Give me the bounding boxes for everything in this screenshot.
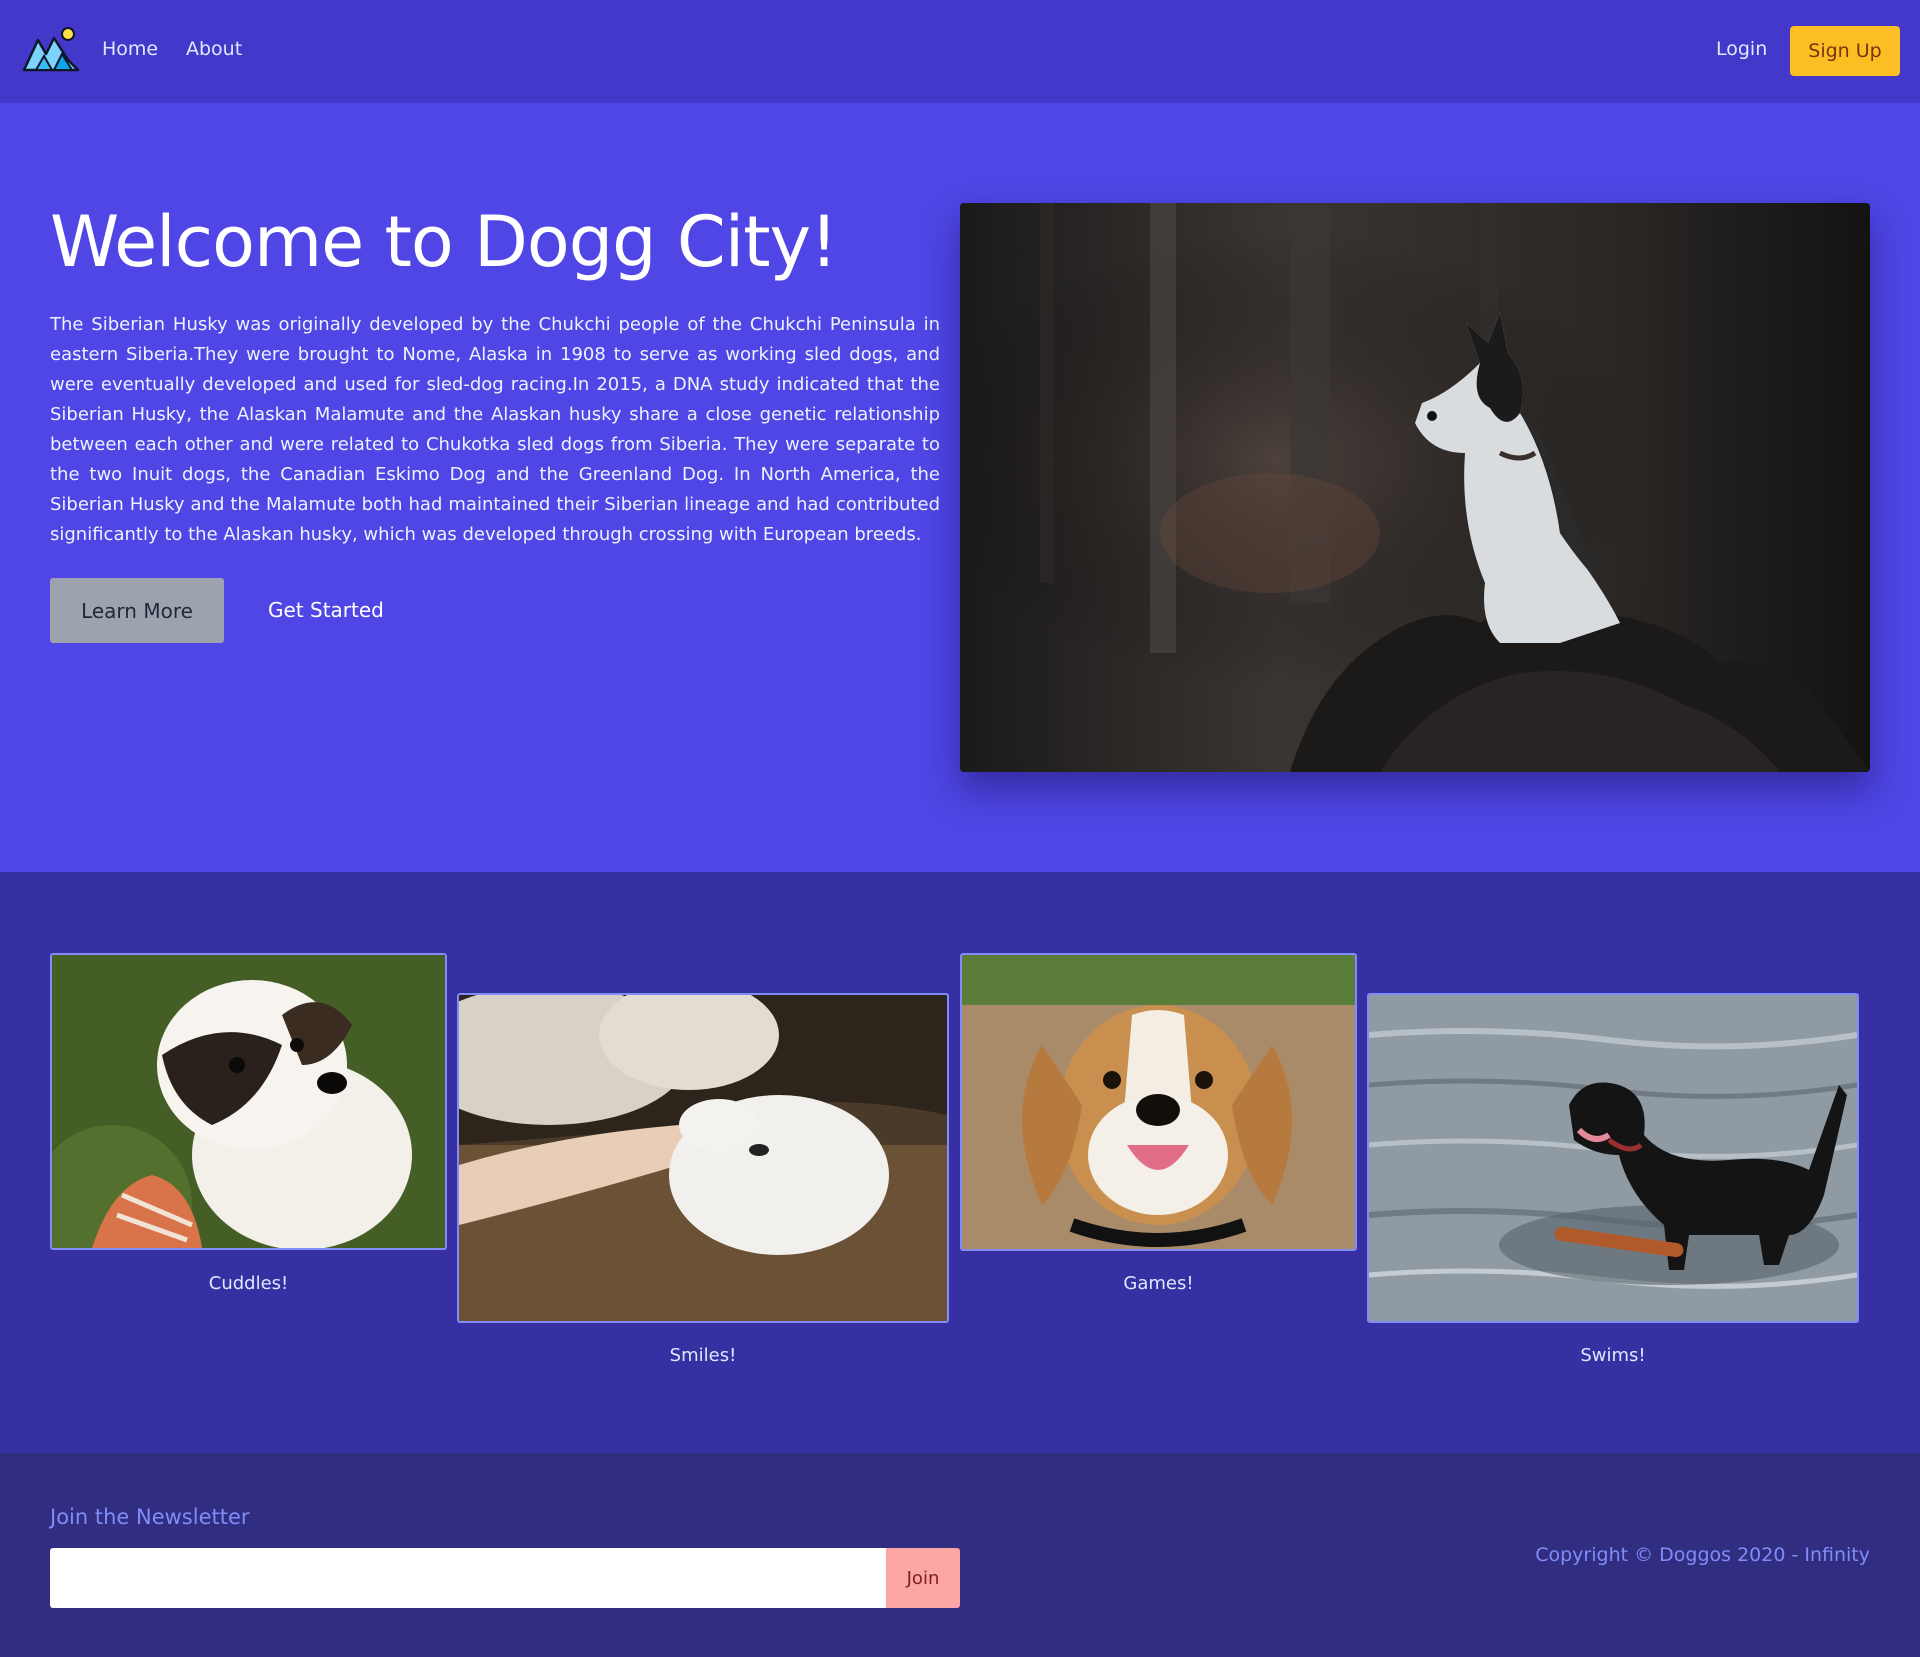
gallery-caption-smiles: Smiles! bbox=[669, 1345, 737, 1366]
husky-hero-image bbox=[960, 203, 1870, 772]
puppy-photo[interactable] bbox=[50, 953, 447, 1250]
get-started-button[interactable]: Get Started bbox=[268, 598, 384, 622]
newsletter-title: Join the Newsletter bbox=[50, 1505, 250, 1529]
swimming-dog-photo[interactable] bbox=[1367, 993, 1859, 1323]
nav-link-about[interactable]: About bbox=[186, 38, 242, 60]
white-dog-photo[interactable] bbox=[457, 993, 949, 1323]
signup-button[interactable]: Sign Up bbox=[1790, 26, 1900, 76]
gallery-caption-cuddles: Cuddles! bbox=[208, 1273, 289, 1294]
gallery-section: Cuddles! Smiles! Games! Swims! bbox=[0, 872, 1920, 1453]
login-link[interactable]: Login bbox=[1716, 38, 1767, 60]
gallery-caption-games: Games! bbox=[1123, 1273, 1194, 1294]
hero-description: The Siberian Husky was originally develo… bbox=[50, 314, 940, 545]
learn-more-button[interactable]: Learn More bbox=[50, 578, 224, 643]
mountain-sun-logo-icon[interactable] bbox=[22, 26, 80, 72]
nav-link-home[interactable]: Home bbox=[102, 38, 158, 60]
gallery-caption-swims: Swims! bbox=[1580, 1345, 1646, 1366]
join-button[interactable]: Join bbox=[886, 1548, 960, 1608]
top-navbar: Home About Login Sign Up bbox=[0, 0, 1920, 103]
footer: Join the Newsletter Join Copyright © Dog… bbox=[0, 1453, 1920, 1657]
hero-section: Welcome to Dogg City! The Siberian Husky… bbox=[0, 103, 1920, 872]
copyright-text: Copyright © Doggos 2020 - Infinity bbox=[1535, 1544, 1870, 1566]
newsletter-email-input[interactable] bbox=[50, 1548, 886, 1608]
beagle-photo[interactable] bbox=[960, 953, 1357, 1251]
hero-title: Welcome to Dogg City! bbox=[50, 201, 838, 283]
